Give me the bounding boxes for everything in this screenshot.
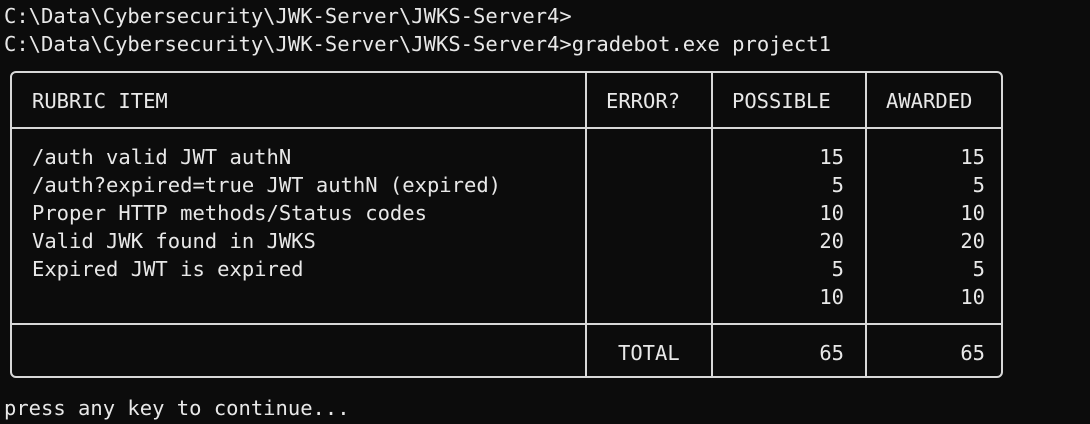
rubric-item-label: Valid JWK found in JWKS bbox=[32, 229, 316, 253]
header-error: ERROR? bbox=[606, 89, 681, 113]
rubric-table: RUBRIC ITEM ERROR? POSSIBLE AWARDED /aut… bbox=[10, 71, 1003, 378]
total-awarded: 65 bbox=[960, 341, 985, 365]
awarded-value: 5 bbox=[972, 257, 985, 281]
total-label: TOTAL bbox=[618, 341, 680, 365]
awarded-value: 10 bbox=[960, 285, 985, 309]
awarded-value: 5 bbox=[972, 173, 985, 197]
possible-value: 5 bbox=[831, 257, 844, 281]
rubric-item-label: /auth valid JWT authN bbox=[32, 145, 292, 169]
possible-value: 10 bbox=[819, 285, 844, 309]
console-line-command: C:\Data\Cybersecurity\JWK-Server\JWKS-Se… bbox=[4, 32, 831, 56]
awarded-value: 15 bbox=[960, 145, 985, 169]
rubric-item-label: Proper HTTP methods/Status codes bbox=[32, 201, 427, 225]
possible-value: 10 bbox=[819, 201, 844, 225]
total-separator bbox=[12, 323, 1001, 325]
rubric-item-label: /auth?expired=true JWT authN (expired) bbox=[32, 173, 501, 197]
possible-value: 15 bbox=[819, 145, 844, 169]
possible-value: 20 bbox=[819, 229, 844, 253]
header-rubric-item: RUBRIC ITEM bbox=[32, 89, 168, 113]
possible-value: 5 bbox=[831, 173, 844, 197]
column-separator-error bbox=[585, 73, 587, 376]
awarded-value: 20 bbox=[960, 229, 985, 253]
console-line-prompt: C:\Data\Cybersecurity\JWK-Server\JWKS-Se… bbox=[4, 4, 572, 28]
header-awarded: AWARDED bbox=[886, 89, 973, 113]
header-separator bbox=[12, 127, 1001, 129]
header-possible: POSSIBLE bbox=[732, 89, 831, 113]
awarded-value: 10 bbox=[960, 201, 985, 225]
total-possible: 65 bbox=[819, 341, 844, 365]
console-line-continue: press any key to continue... bbox=[4, 396, 350, 420]
rubric-item-label: Expired JWT is expired bbox=[32, 257, 304, 281]
